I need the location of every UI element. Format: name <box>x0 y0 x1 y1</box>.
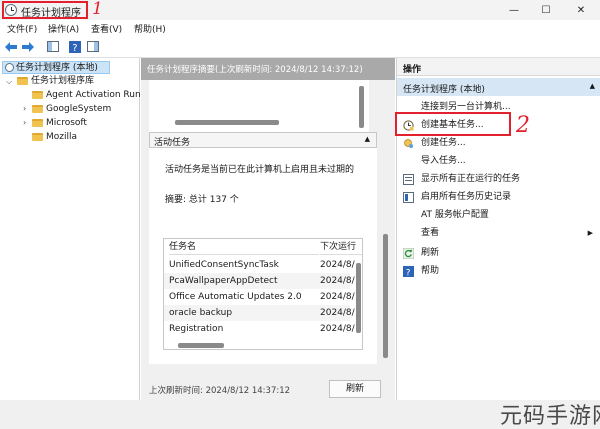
action-at-service-config[interactable]: AT 服务帐户配置 <box>397 206 600 224</box>
horizontal-scrollbar[interactable] <box>175 120 279 125</box>
column-header-task-name[interactable]: 任务名 <box>169 239 319 255</box>
annotation-number-1: 1 <box>92 0 103 19</box>
folder-icon <box>32 132 43 141</box>
minimize-button[interactable]: — <box>498 0 530 20</box>
annotation-box-1 <box>2 1 88 19</box>
last-refresh-time: 上次刷新时间: 2024/8/12 14:37:12 <box>149 386 291 396</box>
overview-vertical-scrollbar[interactable] <box>359 86 364 128</box>
action-enable-history[interactable]: 启用所有任务历史记录 <box>397 188 600 206</box>
console-tree: 任务计划程序 (本地) ⌵ 任务计划程序库 Agent Activation R… <box>0 58 141 400</box>
table-row[interactable]: UnifiedConsentSyncTask 2024/8/ <box>164 257 355 273</box>
menu-bar: 文件(F) 操作(A) 查看(V) 帮助(H) <box>0 20 600 36</box>
collapse-arrow-icon[interactable]: ▲ <box>590 82 595 90</box>
toolbar: ? <box>0 36 600 58</box>
menu-file[interactable]: 文件(F) <box>7 22 37 35</box>
active-tasks-body: 活动任务是当前已在此计算机上启用且未过期的 摘要: 总计 137 个 任务名 下… <box>149 148 377 364</box>
help-icon: ? <box>403 266 414 277</box>
column-header-next-run[interactable]: 下次运行 <box>320 239 362 255</box>
table-horizontal-scrollbar[interactable] <box>178 343 224 348</box>
active-tasks-description: 活动任务是当前已在此计算机上启用且未过期的 <box>165 165 355 175</box>
clock-icon <box>5 63 14 72</box>
tree-item-googlesystem[interactable]: GoogleSystem <box>32 103 111 116</box>
back-arrow-icon[interactable] <box>4 40 17 53</box>
folder-icon <box>32 118 43 127</box>
chevron-right-icon[interactable]: › <box>23 118 26 127</box>
overview-panel <box>149 80 369 132</box>
collapse-arrow-icon[interactable]: ▲ <box>365 135 370 143</box>
chevron-down-icon[interactable]: ⌵ <box>6 77 12 87</box>
folder-icon <box>32 90 43 99</box>
menu-view[interactable]: 查看(V) <box>91 22 122 35</box>
tree-item-agent-activation[interactable]: Agent Activation Run <box>32 89 141 102</box>
help-icon[interactable]: ? <box>68 40 81 53</box>
folder-icon <box>32 104 43 113</box>
create-task-icon <box>404 139 413 148</box>
chevron-right-icon[interactable]: › <box>23 104 26 113</box>
history-icon <box>403 192 414 203</box>
active-tasks-header[interactable]: 活动任务 ▲ <box>149 132 377 148</box>
active-tasks-summary: 摘要: 总计 137 个 <box>165 195 239 205</box>
forward-arrow-icon[interactable] <box>21 40 34 53</box>
watermark-text: 元码手游网 <box>500 404 600 429</box>
table-row[interactable]: oracle backup 2024/8/ <box>164 305 355 321</box>
properties-icon[interactable] <box>86 40 99 53</box>
folder-clock-icon <box>17 76 28 85</box>
action-show-running-tasks[interactable]: 显示所有正在运行的任务 <box>397 170 600 188</box>
title-bar: 任务计划程序 1 — ☐ ✕ <box>0 0 600 20</box>
actions-pane: 操作 任务计划程序 (本地) ▲ 连接到另一台计算机... 创建基本任务... … <box>395 58 600 400</box>
tree-item-mozilla[interactable]: Mozilla <box>32 131 77 144</box>
table-row[interactable]: Office Automatic Updates 2.0 2024/8/ <box>164 289 355 305</box>
action-import-task[interactable]: 导入任务... <box>397 152 600 170</box>
menu-help[interactable]: 帮助(H) <box>134 22 166 35</box>
action-help[interactable]: ? 帮助 <box>397 262 600 280</box>
refresh-button[interactable]: 刷新 <box>329 380 381 398</box>
summary-vertical-scrollbar[interactable] <box>383 234 388 358</box>
table-row[interactable]: PcaWallpaperAppDetect 2024/8/ <box>164 273 355 289</box>
refresh-icon <box>403 248 414 259</box>
menu-action[interactable]: 操作(A) <box>48 22 79 35</box>
actions-group-header[interactable]: 任务计划程序 (本地) ▲ <box>397 78 600 96</box>
summary-header: 任务计划程序摘要(上次刷新时间: 2024/8/12 14:37:12) <box>141 58 395 80</box>
svg-text:?: ? <box>72 43 77 53</box>
tree-library[interactable]: 任务计划程序库 <box>17 75 94 88</box>
annotation-number-2: 2 <box>516 113 530 138</box>
active-tasks-table: 任务名 下次运行 UnifiedConsentSyncTask 2024/8/ P… <box>163 238 363 350</box>
maximize-button[interactable]: ☐ <box>530 0 562 20</box>
actions-title: 操作 <box>397 58 600 76</box>
annotation-box-2 <box>395 112 511 136</box>
action-create-task[interactable]: 创建任务... <box>397 134 600 152</box>
action-view[interactable]: 查看 ▶ <box>397 224 600 242</box>
summary-footer: 上次刷新时间: 2024/8/12 14:37:12 刷新 <box>141 376 395 400</box>
svg-text:?: ? <box>406 268 411 277</box>
table-vertical-scrollbar[interactable] <box>356 263 361 333</box>
close-button[interactable]: ✕ <box>565 0 597 20</box>
running-tasks-icon <box>403 174 414 185</box>
tree-item-microsoft[interactable]: Microsoft <box>32 117 87 130</box>
action-refresh[interactable]: 刷新 <box>397 244 600 262</box>
summary-pane: 任务计划程序摘要(上次刷新时间: 2024/8/12 14:37:12) 活动任… <box>141 58 395 400</box>
table-row[interactable]: Registration 2024/8/ <box>164 321 355 337</box>
console-tree-icon[interactable] <box>46 40 59 53</box>
submenu-arrow-icon: ▶ <box>587 229 593 237</box>
tree-root-local[interactable]: 任务计划程序 (本地) <box>2 61 110 74</box>
